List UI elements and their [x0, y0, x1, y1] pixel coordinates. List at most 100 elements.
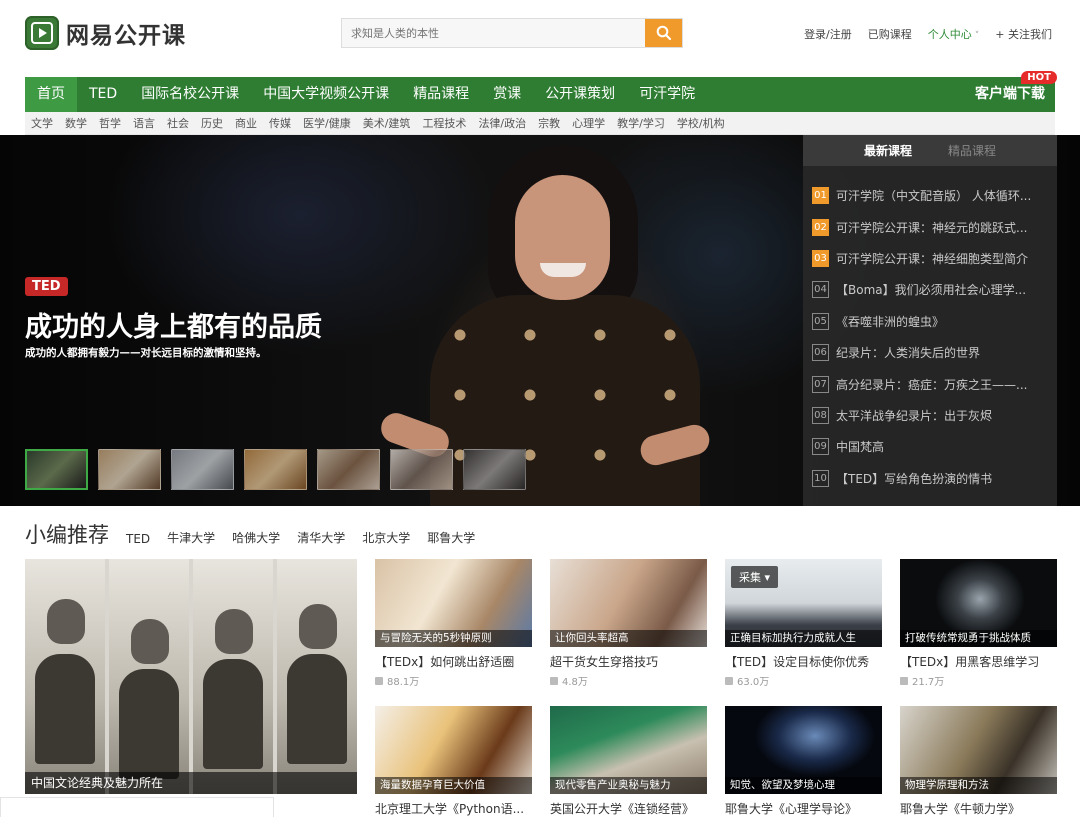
tag-harvard[interactable]: 哈佛大学: [232, 529, 280, 549]
list-item[interactable]: 07 高分纪录片：癌症：万疾之王——...: [803, 368, 1057, 399]
hero-thumbnail[interactable]: [98, 449, 161, 490]
purchased-link[interactable]: 已购课程: [868, 26, 912, 42]
list-item[interactable]: 04 【Boma】我们必须用社会心理学...: [803, 274, 1057, 305]
list-item[interactable]: 05 《吞噬非洲的蝗虫》: [803, 306, 1057, 337]
course-title[interactable]: 【TEDx】如何跳出舒适圈: [375, 653, 532, 670]
tag-tsinghua[interactable]: 清华大学: [297, 529, 345, 549]
collect-button[interactable]: 采集 ▾: [731, 566, 779, 588]
course-title[interactable]: 北京理工大学《Python语...: [375, 800, 532, 817]
tag-oxford[interactable]: 牛津大学: [167, 529, 215, 549]
tag-ted[interactable]: TED: [126, 532, 150, 549]
course-title[interactable]: 【TEDx】用黑客思维学习: [900, 653, 1057, 670]
play-logo-icon: [25, 16, 59, 50]
category-psychology[interactable]: 心理学: [566, 115, 611, 131]
course-card[interactable]: 海量数据孕育巨大价值 北京理工大学《Python语...: [375, 706, 532, 817]
tab-latest[interactable]: 最新课程: [864, 142, 912, 159]
course-thumbnail: 与冒险无关的5秒钟原则: [375, 559, 532, 647]
ted-badge: TED: [25, 277, 68, 296]
list-item[interactable]: 01 可汗学院（中文配音版） 人体循环...: [803, 180, 1057, 211]
category-language[interactable]: 语言: [127, 115, 161, 131]
user-center-link[interactable]: 个人中心 ˅: [928, 26, 980, 42]
list-item-title: 【Boma】我们必须用社会心理学...: [836, 283, 1027, 298]
list-item[interactable]: 08 太平洋战争纪录片：出于灰烬: [803, 400, 1057, 431]
nav-item-home[interactable]: 首页: [25, 77, 77, 112]
view-count-value: 4.8万: [562, 677, 588, 688]
hero-thumbnail[interactable]: [25, 449, 88, 490]
rank-badge: 09: [812, 438, 829, 456]
list-item[interactable]: 09 中国梵高: [803, 431, 1057, 462]
nav-item-cn-universities[interactable]: 中国大学视频公开课: [251, 77, 401, 112]
main-nav: 首页 TED 国际名校公开课 中国大学视频公开课 精品课程 赏课 公开课策划 可…: [25, 71, 1057, 112]
view-count: 88.1万: [375, 673, 532, 688]
search-button[interactable]: [645, 19, 682, 47]
nav-item-premium[interactable]: 精品课程: [401, 77, 481, 112]
course-card[interactable]: 让你回头率超高 超干货女生穿搭技巧 4.8万: [550, 559, 707, 688]
course-title[interactable]: 耶鲁大学《心理学导论》: [725, 800, 882, 817]
view-count: 21.7万: [900, 673, 1057, 688]
nav-item-intl-schools[interactable]: 国际名校公开课: [129, 77, 251, 112]
nav-item-khan[interactable]: 可汗学院: [627, 77, 707, 112]
category-business[interactable]: 商业: [229, 115, 263, 131]
category-philosophy[interactable]: 哲学: [93, 115, 127, 131]
hero-title[interactable]: 成功的人身上都有的品质: [25, 305, 322, 344]
category-society[interactable]: 社会: [161, 115, 195, 131]
search-box: [341, 18, 683, 48]
follow-link[interactable]: + 关注我们: [995, 26, 1052, 42]
play-count-icon: [900, 676, 908, 685]
category-media[interactable]: 传媒: [263, 115, 297, 131]
course-title[interactable]: 英国公开大学《连锁经营》: [550, 800, 707, 817]
search-input[interactable]: [342, 19, 645, 47]
category-religion[interactable]: 宗教: [532, 115, 566, 131]
nav-item-ted[interactable]: TED: [77, 77, 129, 112]
category-education[interactable]: 教学/学习: [611, 115, 671, 131]
thumbnail-caption: 正确目标加执行力成就人生: [725, 630, 882, 647]
list-item[interactable]: 03 可汗学院公开课：神经细胞类型简介: [803, 243, 1057, 274]
play-count-icon: [550, 676, 558, 685]
brand-name: 网易公开课: [66, 23, 186, 49]
top-links: 登录/注册 已购课程 个人中心 ˅ + 关注我们: [804, 26, 1052, 42]
list-item-title: 可汗学院公开课：神经细胞类型简介: [836, 251, 1029, 266]
course-card[interactable]: 知觉、欲望及梦境心理 耶鲁大学《心理学导论》: [725, 706, 882, 817]
category-math[interactable]: 数学: [59, 115, 93, 131]
hero-thumbnail[interactable]: [390, 449, 453, 490]
tag-peking[interactable]: 北京大学: [362, 529, 410, 549]
tab-premium[interactable]: 精品课程: [948, 142, 996, 159]
logo[interactable]: 网易公开课: [25, 16, 186, 50]
category-art[interactable]: 美术/建筑: [357, 115, 417, 131]
list-item[interactable]: 02 可汗学院公开课：神经元的跳跃式...: [803, 211, 1057, 242]
course-card[interactable]: 打破传统常规勇于挑战体质 【TEDx】用黑客思维学习 21.7万: [900, 559, 1057, 688]
category-institutions[interactable]: 学校/机构: [671, 115, 731, 131]
list-item-title: 纪录片：人类消失后的世界: [836, 346, 981, 361]
hero-thumbnail[interactable]: [171, 449, 234, 490]
top-header: 网易公开课 登录/注册 已购课程 个人中心˅ + 关注我们: [0, 0, 1080, 77]
hero-thumbnail[interactable]: [463, 449, 526, 490]
course-title[interactable]: 【TED】设定目标使你优秀: [725, 653, 882, 670]
section-title: 小编推荐: [25, 523, 109, 547]
category-literature[interactable]: 文学: [25, 115, 59, 131]
hero-thumbnail[interactable]: [244, 449, 307, 490]
list-item[interactable]: 06 纪录片：人类消失后的世界: [803, 337, 1057, 368]
login-link[interactable]: 登录/注册: [804, 26, 852, 42]
hero-banner[interactable]: TED 成功的人身上都有的品质 成功的人都拥有毅力——对长远目标的激情和坚持。 …: [0, 135, 1080, 506]
course-card[interactable]: 与冒险无关的5秒钟原则 【TEDx】如何跳出舒适圈 88.1万: [375, 559, 532, 688]
floating-bottom-bar[interactable]: [0, 797, 274, 817]
rank-badge: 03: [812, 249, 829, 267]
course-title[interactable]: 耶鲁大学《牛顿力学》: [900, 800, 1057, 817]
course-card[interactable]: 现代零售产业奥秘与魅力 英国公开大学《连锁经营》: [550, 706, 707, 817]
nav-item-shangke[interactable]: 赏课: [481, 77, 533, 112]
hero-thumbnail[interactable]: [317, 449, 380, 490]
tag-yale[interactable]: 耶鲁大学: [427, 529, 475, 549]
category-engineering[interactable]: 工程技术: [416, 115, 472, 131]
category-law[interactable]: 法律/政治: [472, 115, 532, 131]
course-card[interactable]: 物理学原理和方法 耶鲁大学《牛顿力学》: [900, 706, 1057, 817]
course-title[interactable]: 超干货女生穿搭技巧: [550, 653, 707, 670]
list-item[interactable]: 10 【TED】写给角色扮演的情书: [803, 463, 1057, 494]
featured-caption: 中国文论经典及魅力所在: [25, 772, 357, 794]
featured-course-card[interactable]: 中国文论经典及魅力所在: [25, 559, 357, 794]
view-count-value: 88.1万: [387, 677, 420, 688]
course-card[interactable]: 采集 ▾ 正确目标加执行力成就人生 【TED】设定目标使你优秀 63.0万: [725, 559, 882, 688]
search-icon: [656, 25, 671, 41]
category-medicine[interactable]: 医学/健康: [297, 115, 357, 131]
category-history[interactable]: 历史: [195, 115, 229, 131]
nav-item-planning[interactable]: 公开课策划: [533, 77, 627, 112]
